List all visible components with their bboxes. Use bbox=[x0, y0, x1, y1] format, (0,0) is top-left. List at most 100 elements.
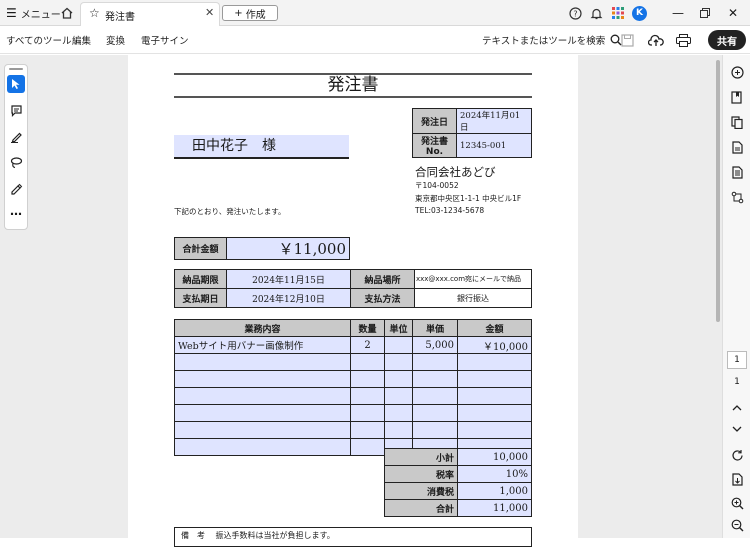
item-content-cell[interactable]: Webサイト用バナー画像制作 bbox=[174, 336, 351, 354]
help-icon[interactable]: ? bbox=[569, 0, 582, 26]
plus-icon: + bbox=[234, 7, 243, 19]
payment-date-field[interactable]: 2024年12月10日 bbox=[226, 288, 351, 308]
empty-cell[interactable] bbox=[457, 387, 532, 405]
empty-cell[interactable] bbox=[384, 370, 413, 388]
remarks-text[interactable]: 振込手数料は当社が負担します。 bbox=[216, 531, 335, 540]
empty-cell[interactable] bbox=[412, 387, 458, 405]
bell-icon[interactable] bbox=[590, 0, 603, 26]
zoom-out-icon[interactable] bbox=[729, 517, 745, 533]
total-value-field[interactable]: ￥11,000 bbox=[226, 237, 350, 260]
chevron-down-icon[interactable] bbox=[729, 421, 745, 437]
empty-cell[interactable] bbox=[384, 404, 413, 422]
empty-cell[interactable] bbox=[457, 353, 532, 371]
bookmark-icon[interactable] bbox=[729, 89, 745, 105]
delivery-deadline-field[interactable]: 2024年11月15日 bbox=[226, 269, 351, 289]
empty-cell[interactable] bbox=[174, 438, 351, 456]
lasso-draw-icon[interactable] bbox=[7, 153, 25, 171]
empty-cell[interactable] bbox=[384, 353, 413, 371]
select-cursor-icon[interactable] bbox=[7, 75, 25, 93]
order-date-label: 発注日 bbox=[412, 108, 457, 134]
sign-pen-icon[interactable] bbox=[7, 179, 25, 197]
delivery-place-field[interactable]: xxx@xxx.com宛にメールで納品 bbox=[414, 269, 532, 289]
edit-menu[interactable]: 編集 bbox=[72, 26, 91, 54]
payment-date-label: 支払期日 bbox=[174, 288, 227, 308]
tab-document[interactable]: ☆ 発注書 ✕ bbox=[80, 2, 220, 26]
compare-icon[interactable] bbox=[729, 189, 745, 205]
empty-cell[interactable] bbox=[384, 421, 413, 439]
empty-cell[interactable] bbox=[174, 387, 351, 405]
search-tools-button[interactable]: テキストまたはツールを検索 bbox=[482, 26, 622, 54]
convert-menu[interactable]: 変換 bbox=[106, 26, 125, 54]
avatar[interactable]: K bbox=[632, 0, 647, 26]
empty-cell[interactable] bbox=[412, 421, 458, 439]
empty-cell[interactable] bbox=[174, 404, 351, 422]
page-number-input[interactable]: 1 bbox=[727, 351, 747, 369]
empty-cell[interactable] bbox=[384, 387, 413, 405]
close-window-icon[interactable]: ✕ bbox=[728, 0, 738, 26]
item-price-cell[interactable]: 5,000 bbox=[412, 336, 458, 354]
subtotal-field[interactable]: 10,000 bbox=[457, 448, 532, 466]
empty-cell[interactable] bbox=[412, 353, 458, 371]
minimize-icon[interactable]: — bbox=[672, 0, 684, 26]
vertical-scrollbar[interactable] bbox=[716, 60, 720, 322]
item-amount-cell[interactable]: ￥10,000 bbox=[457, 336, 532, 354]
star-icon[interactable]: ☆ bbox=[89, 6, 100, 20]
empty-cell[interactable] bbox=[174, 353, 351, 371]
home-icon[interactable] bbox=[60, 0, 74, 26]
empty-cell[interactable] bbox=[350, 404, 385, 422]
empty-cell[interactable] bbox=[350, 438, 385, 456]
highlight-pen-icon[interactable] bbox=[7, 127, 25, 145]
order-date-field[interactable]: 2024年11月01日 bbox=[456, 108, 532, 134]
more-tools-icon[interactable]: ⋯ bbox=[7, 205, 25, 223]
print-icon[interactable] bbox=[676, 26, 691, 54]
recipient-field[interactable]: 田中花子 様 bbox=[174, 135, 349, 157]
empty-cell[interactable] bbox=[174, 421, 351, 439]
order-no-label: 発注書No. bbox=[412, 133, 457, 158]
chevron-up-icon[interactable] bbox=[729, 399, 745, 415]
apps-grid-icon[interactable] bbox=[612, 0, 624, 26]
share-button[interactable]: 共有 bbox=[708, 30, 746, 50]
esign-menu[interactable]: 電子サイン bbox=[141, 26, 189, 54]
empty-cell[interactable] bbox=[457, 370, 532, 388]
download-file-icon[interactable] bbox=[729, 471, 745, 487]
delivery-deadline-label: 納品期限 bbox=[174, 269, 227, 289]
zoom-in-icon[interactable] bbox=[729, 495, 745, 511]
empty-cell[interactable] bbox=[350, 421, 385, 439]
company-tel: TEL:03-1234-5678 bbox=[415, 206, 485, 215]
empty-cell[interactable] bbox=[457, 421, 532, 439]
recipient-underline bbox=[174, 157, 349, 159]
tax-field[interactable]: 1,000 bbox=[457, 482, 532, 500]
item-unit-cell[interactable] bbox=[384, 336, 413, 354]
tax-rate-field[interactable]: 10% bbox=[457, 465, 532, 483]
menu-button[interactable]: ☰ メニュー bbox=[6, 0, 61, 26]
new-tab-button[interactable]: + 作成 bbox=[222, 5, 278, 21]
empty-cell[interactable] bbox=[350, 370, 385, 388]
payment-method-field[interactable]: 銀行振込 bbox=[414, 288, 532, 308]
empty-cell[interactable] bbox=[350, 387, 385, 405]
comment-icon[interactable] bbox=[7, 101, 25, 119]
empty-cell[interactable] bbox=[350, 353, 385, 371]
document-info-icon[interactable] bbox=[729, 164, 745, 180]
all-tools-menu[interactable]: すべてのツール bbox=[6, 26, 71, 54]
restore-icon[interactable] bbox=[700, 0, 710, 26]
order-no-field[interactable]: 12345-001 bbox=[456, 133, 532, 158]
ai-assistant-icon[interactable] bbox=[729, 64, 745, 80]
empty-cell[interactable] bbox=[412, 404, 458, 422]
empty-cell[interactable] bbox=[174, 370, 351, 388]
refresh-icon[interactable] bbox=[729, 447, 745, 463]
close-tab-icon[interactable]: ✕ bbox=[205, 6, 214, 19]
empty-cell[interactable] bbox=[457, 404, 532, 422]
copy-pages-icon[interactable] bbox=[729, 114, 745, 130]
items-header-row: 業務内容 数量 単位 単価 金額 bbox=[174, 319, 532, 337]
table-row bbox=[174, 370, 532, 388]
panel-grip[interactable] bbox=[9, 68, 23, 70]
grand-total-field[interactable]: 11,000 bbox=[457, 499, 532, 517]
item-qty-cell[interactable]: 2 bbox=[350, 336, 385, 354]
file-attachment-icon[interactable] bbox=[729, 139, 745, 155]
empty-cell[interactable] bbox=[412, 370, 458, 388]
company-name: 合同会社あどび bbox=[415, 165, 496, 179]
cloud-upload-icon[interactable] bbox=[648, 26, 664, 54]
col-qty-header: 数量 bbox=[350, 319, 385, 337]
save-icon[interactable] bbox=[621, 26, 634, 54]
tax-rate-label: 税率 bbox=[384, 465, 458, 483]
